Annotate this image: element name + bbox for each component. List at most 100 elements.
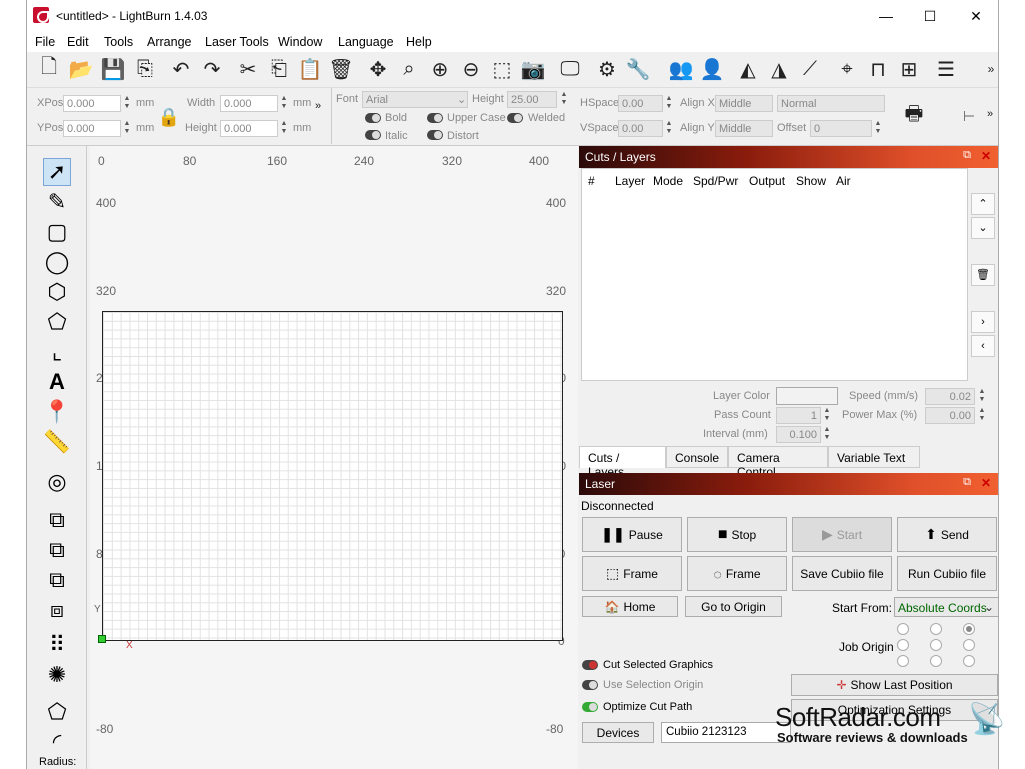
align-x-select[interactable] [715,95,773,112]
home-button[interactable]: 🏠 Home [582,596,678,617]
save-icon[interactable]: 💾 [99,55,127,83]
bold-toggle[interactable] [365,113,381,123]
show-last-position-button[interactable]: ✛ Show Last Position [791,674,998,696]
camera-icon[interactable]: 📷 [519,55,547,83]
menu-tools[interactable]: Tools [104,35,133,49]
align-center-icon[interactable]: ⌖ [833,55,861,83]
boolean-intersect-icon[interactable]: ⧈ [43,596,71,624]
close-panel-icon[interactable]: ✕ [981,149,991,163]
redo-icon[interactable]: ↷ [198,55,226,83]
move-layer-up-button[interactable]: ⌃ [971,193,995,215]
weld-icon[interactable]: ⧉ [43,506,71,534]
tab-camera-control[interactable]: Camera Control [728,446,828,479]
work-area-grid[interactable] [102,311,563,641]
delete-layer-icon[interactable]: 🗑 [971,264,995,286]
offset-shapes-icon[interactable]: ◎ [43,468,71,496]
ypos-input[interactable] [63,120,121,137]
offset-input[interactable] [810,120,872,137]
copy-icon[interactable]: ⎗ [265,55,293,83]
frame-selection-icon[interactable]: ⬚ [488,55,516,83]
text-tool-icon[interactable]: A [43,368,71,396]
speed-input[interactable] [925,388,975,405]
slider-icon[interactable]: ⊢ [955,102,983,130]
cut-selected-toggle[interactable] [582,660,598,670]
origin-radio-middle-right[interactable] [963,639,975,651]
xpos-spinner[interactable]: ▲ ▼ [121,95,133,112]
tab-console[interactable]: Console [666,446,728,468]
new-file-icon[interactable]: 🗋 [35,55,63,83]
boolean-union-icon[interactable]: ⧉ [43,536,71,564]
select-arrow-icon[interactable]: ➚ [43,158,71,186]
settings-icon[interactable]: ⚙ [593,55,621,83]
layers-table[interactable]: # Layer Mode Spd/Pwr Output Show Air [581,168,968,381]
tab-cuts-layers[interactable]: Cuts / Layers [579,446,666,479]
device-select[interactable]: Cubiio 2123123 [661,722,791,743]
zoom-in-icon[interactable]: ⊕ [426,55,454,83]
origin-radio-bottom-left[interactable] [897,655,909,667]
welded-toggle[interactable] [507,113,523,123]
use-selection-origin-toggle[interactable] [582,680,598,690]
frame-rect-button[interactable]: ⬚ Frame [582,556,682,591]
optimize-cut-path-toggle[interactable] [582,702,598,712]
start-from-select[interactable]: Absolute Coords ⌄ [894,597,998,617]
float-panel-icon[interactable]: ⧉ [963,149,971,162]
devices-button[interactable]: Devices [582,722,654,743]
speed-spinner[interactable]: ▲ ▼ [976,388,988,405]
power-max-spinner[interactable]: ▲ ▼ [976,407,988,424]
origin-radio-middle-left[interactable] [897,639,909,651]
interval-spinner[interactable]: ▲ ▼ [821,426,833,443]
send-button[interactable]: ⬆ Send [897,517,997,552]
close-button[interactable]: ✕ [966,6,986,26]
layer-color-swatch[interactable] [776,387,838,405]
boolean-subtract-icon[interactable]: ⧉ [43,566,71,594]
edit-nodes-icon[interactable]: ⬠ [43,308,71,336]
mirror-icon[interactable]: ⟋ [796,55,824,83]
italic-toggle[interactable] [365,130,381,140]
ungroup-icon[interactable]: 👤 [698,55,726,83]
pen-icon[interactable]: ✎ [43,188,71,216]
fillet-icon[interactable]: ◜ [43,728,71,756]
menu-language[interactable]: Language [338,35,394,49]
pass-count-spinner[interactable]: ▲ ▼ [821,407,833,424]
laser-close-panel-icon[interactable]: ✕ [981,476,991,490]
align-tool-icon[interactable]: ⊓ [864,55,892,83]
origin-radio-bottom-center[interactable] [930,655,942,667]
frame-circle-button[interactable]: ◌ Frame [687,556,787,591]
move-icon[interactable]: ✥ [364,55,392,83]
interval-input[interactable] [776,426,821,443]
go-to-origin-button[interactable]: Go to Origin [685,596,782,617]
pass-count-input[interactable] [776,407,821,424]
toolbar-overflow-icon[interactable]: » [977,55,998,83]
align-y-select[interactable] [715,120,773,137]
flip-vertical-icon[interactable]: ◮ [765,55,793,83]
width-spinner[interactable]: ▲ ▼ [278,95,290,112]
power-max-input[interactable] [925,407,975,424]
menu-edit[interactable]: Edit [67,35,89,49]
polygon-icon[interactable]: ⬡ [43,278,71,306]
measure-icon[interactable]: 📏 [43,428,71,456]
hspace-input[interactable] [618,95,663,112]
circular-array-icon[interactable]: ✺ [43,661,71,689]
flip-horizontal-icon[interactable]: ◭ [734,55,762,83]
tab-variable-text[interactable]: Variable Text [828,446,920,468]
text-height-spinner[interactable]: ▲ ▼ [558,91,570,108]
width-input[interactable] [220,95,278,112]
minimize-button[interactable]: — [876,6,896,26]
text-mode-select[interactable] [777,95,885,112]
vspace-input[interactable] [618,120,663,137]
workspace-canvas[interactable]: 0 80 160 240 320 400 400 320 240 160 80 … [90,146,578,769]
device-settings-icon[interactable]: 🔧 [624,55,652,83]
origin-radio-bottom-right[interactable] [963,655,975,667]
run-cubiio-button[interactable]: Run Cubiio file [897,556,997,591]
export-icon[interactable]: ⎘ [131,55,159,83]
open-folder-icon[interactable]: 📂 [67,55,95,83]
start-button[interactable]: ▶ Start [792,517,892,552]
printer-icon[interactable]: 🖶 [900,102,928,130]
font-select[interactable] [362,91,468,108]
corner-icon[interactable]: ⬠ [43,698,71,726]
grid-array-icon[interactable]: ⠿ [43,631,71,659]
rectangle-icon[interactable]: ▢ [43,218,71,246]
zoom-out-icon[interactable]: ⊖ [457,55,485,83]
height-spinner[interactable]: ▲ ▼ [278,120,290,137]
laser-float-panel-icon[interactable]: ⧉ [963,476,971,489]
